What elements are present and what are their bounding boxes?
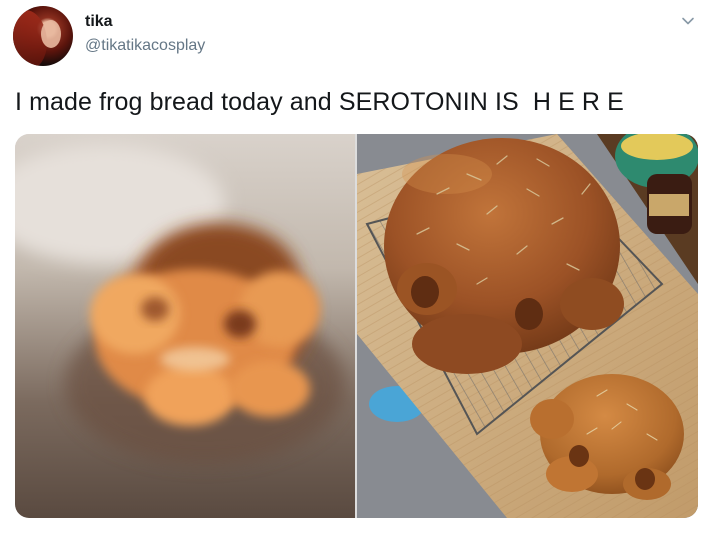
photo-frog-breads-on-board[interactable] bbox=[357, 134, 698, 518]
chevron-down-icon[interactable] bbox=[680, 13, 696, 29]
tweet-media[interactable] bbox=[15, 134, 698, 518]
author-handle[interactable]: @tikatikacosplay bbox=[85, 37, 205, 55]
author-name[interactable]: tika bbox=[85, 13, 113, 31]
tweet-card: tika @tikatikacosplay I made frog bread … bbox=[0, 0, 720, 539]
avatar[interactable] bbox=[13, 6, 73, 66]
cropped-text-fragment bbox=[60, 0, 220, 4]
tweet-text: I made frog bread today and SEROTONIN IS… bbox=[15, 88, 624, 116]
avatar-face bbox=[41, 20, 61, 48]
photo-blurry-frog-bread[interactable] bbox=[15, 134, 355, 518]
